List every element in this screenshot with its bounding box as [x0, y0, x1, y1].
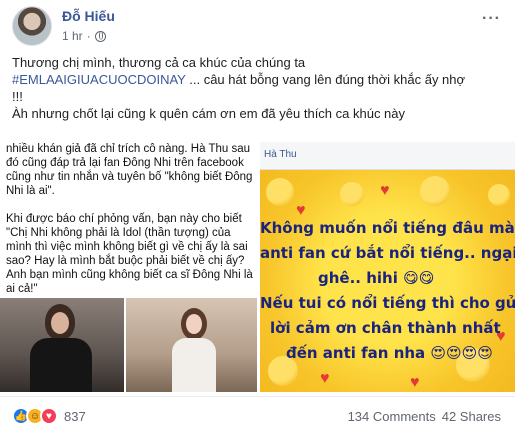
comments-count[interactable]: 134 Comments — [348, 409, 436, 424]
more-options-icon[interactable]: ··· — [482, 10, 501, 28]
post-text-line-2-rest: ... câu hát bỗng vang lên đúng thời khắc… — [189, 72, 466, 87]
article-image[interactable]: nhiều khán giả đã chỉ trích cô nàng. Hà … — [0, 142, 257, 392]
post-header: Đỗ Hiếu 1 hr · ··· — [0, 0, 515, 50]
post-footer: 👍 ☺ ♥ 837 134 Comments 42 Shares — [0, 396, 515, 434]
white-dress — [172, 338, 216, 392]
reactions-summary[interactable]: 👍 ☺ ♥ 837 — [12, 407, 86, 425]
post-text: Thương chị mình, thương cả ca khúc của c… — [12, 54, 506, 122]
screenshot-line-6: đến anti fan nha 😍😍😍😍 — [286, 344, 493, 362]
post-meta: 1 hr · — [62, 29, 106, 43]
screenshot-text: Không muốn nổi tiếng đâu mà anti fan cứ … — [260, 216, 515, 366]
screenshot-header: Hà Thu — [260, 142, 515, 170]
emoji-face-icon — [488, 184, 510, 206]
globe-icon[interactable] — [94, 30, 106, 42]
emoji-face-icon — [266, 178, 294, 206]
face — [186, 314, 202, 334]
screenshot-line-1: Không muốn nổi tiếng đâu mà — [260, 219, 515, 237]
post-text-line-3: !!! — [12, 89, 23, 104]
hashtag-link[interactable]: #EMLAAIGIUACUOCDOINAY — [12, 72, 186, 87]
post-time[interactable]: 1 hr — [62, 29, 83, 43]
emoji-face-icon — [340, 182, 364, 206]
shares-count[interactable]: 42 Shares — [442, 409, 501, 424]
heart-icon: ♥ — [320, 370, 330, 387]
love-icon: ♥ — [40, 407, 58, 425]
screenshot-image[interactable]: Hà Thu ♥ ♥ ♥ ♥ ♥ Không muốn nổi tiếng đâ… — [260, 142, 515, 392]
article-text: nhiều khán giả đã chỉ trích cô nàng. Hà … — [6, 143, 253, 295]
heart-icon: ♥ — [410, 374, 420, 391]
black-suit — [30, 338, 92, 392]
screenshot-line-5: lời cảm ơn chân thành nhất — [270, 319, 501, 337]
reaction-count[interactable]: 837 — [64, 409, 86, 424]
screenshot-line-3: ghê.. hihi 😋😋 — [318, 269, 435, 287]
face — [51, 312, 69, 334]
post-text-line-1: Thương chị mình, thương cả ca khúc của c… — [12, 55, 306, 70]
dot-separator: · — [86, 29, 91, 43]
screenshot-line-2: anti fan cứ bắt nổi tiếng.. ngại — [260, 244, 515, 262]
post-text-line-2: #EMLAAIGIUACUOCDOINAY ... câu hát bỗng v… — [12, 71, 506, 88]
engagement-counts: 134 Comments 42 Shares — [348, 409, 501, 424]
screenshot-author: Hà Thu — [264, 149, 297, 160]
emoji-face-icon — [420, 176, 450, 206]
photo-woman-black-suit — [0, 298, 124, 392]
post-media[interactable]: nhiều khán giả đã chỉ trích cô nàng. Hà … — [0, 142, 515, 392]
post-text-line-4: Àh nhưng chốt lại cũng k quên cám ơn em … — [12, 106, 406, 121]
author-avatar[interactable] — [12, 6, 52, 46]
author-name[interactable]: Đỗ Hiếu — [62, 8, 115, 24]
photo-woman-white-dress — [126, 298, 257, 392]
screenshot-line-4: Nếu tui có nổi tiếng thì cho gửi — [260, 294, 515, 312]
article-photos — [0, 298, 257, 392]
heart-icon: ♥ — [380, 182, 390, 199]
